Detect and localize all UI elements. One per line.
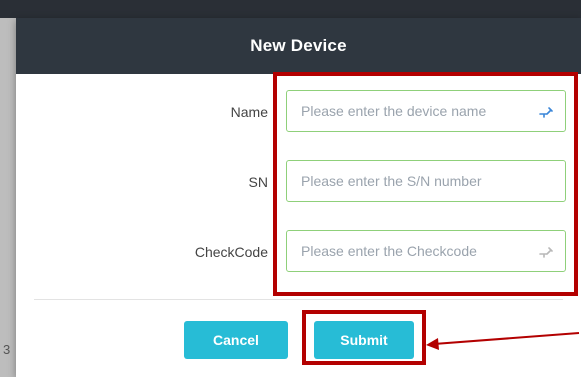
checkcode-input[interactable]	[286, 230, 566, 272]
dialog-title: New Device	[250, 36, 347, 55]
background-app-edge	[0, 18, 16, 377]
cancel-button[interactable]: Cancel	[184, 321, 288, 359]
key-icon[interactable]	[536, 102, 556, 122]
sn-input[interactable]	[286, 160, 566, 202]
footer-divider	[34, 299, 563, 300]
sn-label: SN	[248, 174, 268, 190]
background-edge-text: 3	[3, 342, 11, 357]
name-label: Name	[230, 104, 268, 120]
field-row-name: Name	[16, 90, 581, 134]
device-name-input[interactable]	[286, 90, 566, 132]
submit-button[interactable]: Submit	[314, 321, 414, 359]
field-row-sn: SN	[16, 160, 581, 204]
dialog-header: New Device	[16, 18, 581, 74]
key-icon[interactable]	[536, 242, 556, 262]
new-device-dialog: New Device Name SN CheckCode Cancel Subm…	[16, 18, 581, 377]
checkcode-label: CheckCode	[194, 244, 268, 260]
background-app-topbar	[0, 0, 581, 18]
field-row-checkcode: CheckCode	[16, 230, 581, 274]
